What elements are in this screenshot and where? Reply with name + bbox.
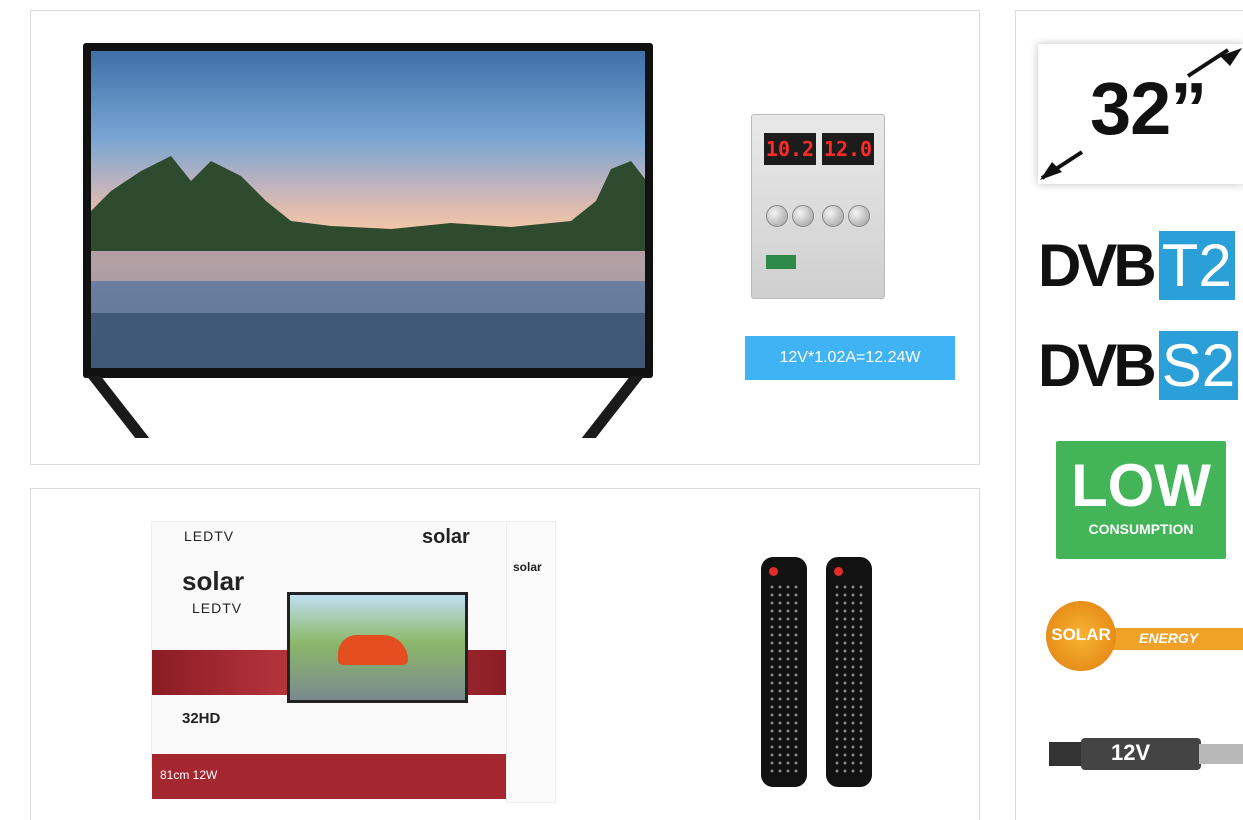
dvb-t2-brand: DVB [1038,232,1157,299]
psu-knob-icon [792,205,814,227]
energy-text: ENERGY [1139,630,1199,646]
tv-box-side: solar [506,521,556,803]
box-size-power: 81cm 12W [160,768,218,782]
remote-power-icon [769,567,778,576]
dc-plug-badge: 12V [1049,734,1243,774]
solar-energy-badge: ENERGY SOLAR [1041,596,1243,676]
landscape-illustration [91,156,645,368]
consumption-text: CONSUMPTION [1088,521,1194,537]
psu-current-display: 12.0 [822,133,874,165]
solar-band: ENERGY [1101,628,1243,650]
product-panel-tv: 10.2 12.0 12V*1.02A=12.24W [30,10,980,465]
power-supply-image: 10.2 12.0 [751,114,885,299]
tv-stand-left [86,376,150,438]
low-consumption-badge: LOW CONSUMPTION [1056,441,1226,559]
sun-icon: SOLAR [1046,601,1116,671]
box-model: 32HD [182,710,221,727]
remote-power-icon [834,567,843,576]
psu-power-switch [766,255,796,269]
feature-badges-panel: 32” DVB T2 DVB S2 LOW CONSUMPTION ENERGY S… [1015,10,1243,820]
remote-keypad [833,583,865,775]
tv-box-image: LEDTV solar solar LEDTV 32HD 81cm 12W [151,521,508,799]
car-illustration [338,635,408,665]
product-panel-box: LEDTV solar solar LEDTV 32HD 81cm 12W so… [30,488,980,820]
dvb-s2-tag: S2 [1158,331,1239,400]
power-spec-badge: 12V*1.02A=12.24W [745,336,955,380]
box-red-bottom-band: 81cm 12W [152,754,507,799]
box-tv-picture [287,592,468,703]
tv-stand-right [581,376,645,438]
solar-text: SOLAR [1051,625,1111,644]
screen-size-badge: 32” [1038,44,1243,184]
psu-voltage-display: 10.2 [764,133,816,165]
remote-control-image [761,557,807,787]
box-brand-main: solar [182,566,245,596]
dvb-t2-tag: T2 [1158,231,1235,300]
psu-knob-icon [848,205,870,227]
box-brand-top: solar [422,526,470,548]
remote-control-image [826,557,872,787]
tv-image [83,43,653,378]
box-ledtv-top: LEDTV [184,528,235,544]
voltage-12v-text: 12V [1111,740,1151,765]
box-ledtv-main: LEDTV [192,600,243,616]
remote-keypad [768,583,800,775]
psu-knob-icon [766,205,788,227]
dvb-s2-badge: DVB S2 [1038,331,1239,400]
tv-screen-landscape [91,51,645,368]
low-text: LOW [1071,452,1211,519]
psu-knob-icon [822,205,844,227]
diagonal-arrow-icon [1040,48,1242,180]
box-side-brand: solar [513,560,542,574]
dvb-t2-badge: DVB T2 [1038,231,1235,300]
dvb-s2-brand: DVB [1038,332,1157,399]
